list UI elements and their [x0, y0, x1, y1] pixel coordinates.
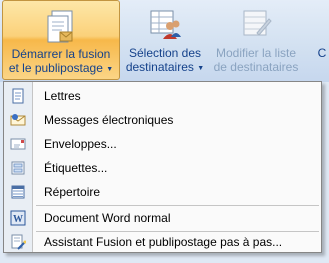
menu-item-mail-merge-wizard[interactable]: Assistant Fusion et publipostage pas à p… — [4, 232, 321, 252]
directory-icon — [10, 184, 26, 200]
select-recipients-button[interactable]: Sélection des destinataires ▼ — [123, 0, 207, 80]
menu-item-label: Lettres — [44, 89, 81, 103]
email-icon — [10, 112, 26, 128]
dropdown-arrow-icon: ▼ — [197, 65, 205, 72]
menu-item-label: Document Word normal — [44, 211, 171, 225]
partial-button-line1: C — [317, 46, 327, 60]
svg-text:W: W — [13, 214, 23, 225]
partial-ribbon-button[interactable]: C — [312, 0, 329, 80]
modify-button-line1: Modifier la liste — [215, 46, 297, 60]
menu-item-labels[interactable]: Étiquettes... — [4, 156, 321, 180]
word-document-icon: W — [10, 210, 26, 226]
mail-merge-dropdown-menu: Lettres Messages électroniques Enveloppe… — [3, 81, 322, 253]
merge-button-line1: Démarrer la fusion — [11, 47, 111, 61]
letter-icon — [10, 88, 26, 104]
menu-item-label: Messages électroniques — [44, 113, 174, 127]
menu-item-normal-word-document[interactable]: W Document Word normal — [4, 206, 321, 230]
menu-item-email[interactable]: Messages électroniques — [4, 108, 321, 132]
menu-item-label: Assistant Fusion et publipostage pas à p… — [44, 235, 283, 249]
menu-item-letters[interactable]: Lettres — [4, 84, 321, 108]
start-mail-merge-button[interactable]: Démarrer la fusion et le publipostage ▼ — [2, 0, 120, 80]
dropdown-arrow-icon: ▼ — [106, 66, 114, 73]
merge-button-line2: et le publipostage — [8, 61, 103, 75]
labels-icon — [10, 160, 26, 176]
envelope-icon — [10, 136, 26, 152]
edit-recipient-list-button: Modifier la liste de destinataires — [208, 0, 304, 80]
recipients-icon — [148, 7, 182, 44]
menu-item-label: Enveloppes... — [44, 137, 117, 151]
menu-item-envelopes[interactable]: Enveloppes... — [4, 132, 321, 156]
modify-button-line2: de destinataires — [213, 60, 299, 74]
select-button-line1: Sélection des — [128, 46, 202, 60]
ribbon: Démarrer la fusion et le publipostage ▼ … — [0, 0, 329, 82]
wizard-icon — [10, 234, 27, 250]
merge-document-icon — [44, 8, 78, 47]
menu-item-directory[interactable]: Répertoire — [4, 180, 321, 204]
menu-item-label: Répertoire — [44, 185, 101, 199]
edit-list-icon — [239, 7, 273, 44]
menu-item-label: Étiquettes... — [44, 161, 108, 175]
select-button-line2: destinataires — [125, 60, 194, 74]
